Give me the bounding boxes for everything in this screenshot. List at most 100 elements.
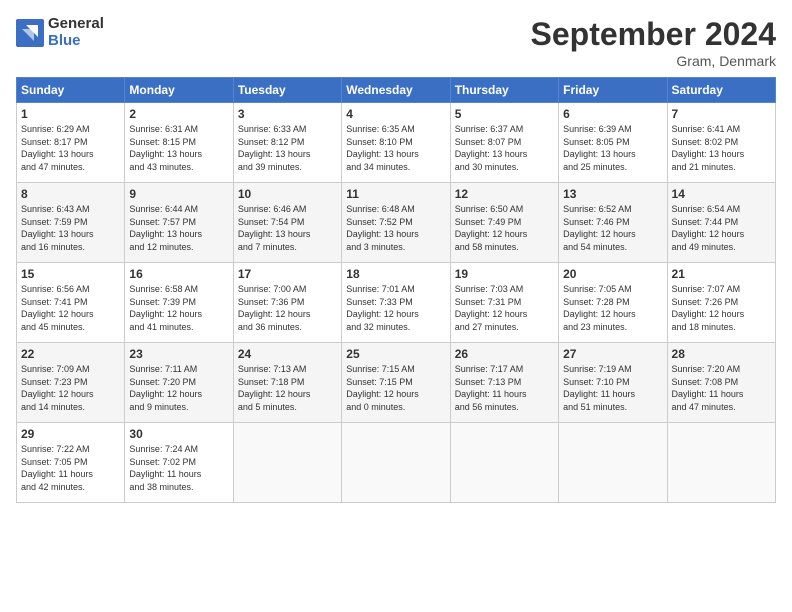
day-number: 11 bbox=[346, 187, 445, 201]
day-info: Sunrise: 6:56 AM Sunset: 7:41 PM Dayligh… bbox=[21, 283, 120, 333]
day-cell: 2 Sunrise: 6:31 AM Sunset: 8:15 PM Daylig… bbox=[125, 103, 233, 183]
day-number: 16 bbox=[129, 267, 228, 281]
calendar-title: September 2024 bbox=[531, 16, 776, 53]
day-number: 12 bbox=[455, 187, 554, 201]
day-info: Sunrise: 6:35 AM Sunset: 8:10 PM Dayligh… bbox=[346, 123, 445, 173]
day-cell bbox=[667, 423, 775, 503]
day-info: Sunrise: 7:24 AM Sunset: 7:02 PM Dayligh… bbox=[129, 443, 228, 493]
calendar-subtitle: Gram, Denmark bbox=[531, 53, 776, 69]
calendar-body: 1Sunrise: 6:29 AM Sunset: 8:17 PM Daylig… bbox=[17, 103, 776, 503]
day-cell: 26Sunrise: 7:17 AM Sunset: 7:13 PM Dayli… bbox=[450, 343, 558, 423]
calendar-header: SundayMondayTuesdayWednesdayThursdayFrid… bbox=[17, 78, 776, 103]
day-cell: 15 Sunrise: 6:56 AM Sunset: 7:41 PM Dayli… bbox=[17, 263, 125, 343]
logo-general: General bbox=[48, 16, 104, 33]
week-row-2: 15 Sunrise: 6:56 AM Sunset: 7:41 PM Dayli… bbox=[17, 263, 776, 343]
day-number: 4 bbox=[346, 107, 445, 121]
day-cell: 6 Sunrise: 6:39 AM Sunset: 8:05 PM Daylig… bbox=[559, 103, 667, 183]
day-number: 23 bbox=[129, 347, 228, 361]
day-number: 20 bbox=[563, 267, 662, 281]
week-row-0: 1Sunrise: 6:29 AM Sunset: 8:17 PM Daylig… bbox=[17, 103, 776, 183]
day-info: Sunrise: 7:19 AM Sunset: 7:10 PM Dayligh… bbox=[563, 363, 662, 413]
day-info: Sunrise: 6:58 AM Sunset: 7:39 PM Dayligh… bbox=[129, 283, 228, 333]
day-cell: 13 Sunrise: 6:52 AM Sunset: 7:46 PM Dayli… bbox=[559, 183, 667, 263]
day-number: 2 bbox=[129, 107, 228, 121]
week-row-3: 22Sunrise: 7:09 AM Sunset: 7:23 PM Dayli… bbox=[17, 343, 776, 423]
day-cell: 7 Sunrise: 6:41 AM Sunset: 8:02 PM Daylig… bbox=[667, 103, 775, 183]
day-number: 7 bbox=[672, 107, 771, 121]
header-cell-saturday: Saturday bbox=[667, 78, 775, 103]
header-cell-monday: Monday bbox=[125, 78, 233, 103]
day-number: 27 bbox=[563, 347, 662, 361]
day-info: Sunrise: 7:03 AM Sunset: 7:31 PM Dayligh… bbox=[455, 283, 554, 333]
day-info: Sunrise: 6:37 AM Sunset: 8:07 PM Dayligh… bbox=[455, 123, 554, 173]
day-cell: 19Sunrise: 7:03 AM Sunset: 7:31 PM Dayli… bbox=[450, 263, 558, 343]
day-cell bbox=[233, 423, 341, 503]
day-cell: 4 Sunrise: 6:35 AM Sunset: 8:10 PM Daylig… bbox=[342, 103, 450, 183]
day-number: 5 bbox=[455, 107, 554, 121]
day-info: Sunrise: 7:13 AM Sunset: 7:18 PM Dayligh… bbox=[238, 363, 337, 413]
header: General Blue September 2024 Gram, Denmar… bbox=[16, 16, 776, 69]
day-info: Sunrise: 6:31 AM Sunset: 8:15 PM Dayligh… bbox=[129, 123, 228, 173]
day-number: 3 bbox=[238, 107, 337, 121]
day-info: Sunrise: 7:11 AM Sunset: 7:20 PM Dayligh… bbox=[129, 363, 228, 413]
day-number: 13 bbox=[563, 187, 662, 201]
day-cell: 3 Sunrise: 6:33 AM Sunset: 8:12 PM Daylig… bbox=[233, 103, 341, 183]
day-cell bbox=[450, 423, 558, 503]
day-cell: 9 Sunrise: 6:44 AM Sunset: 7:57 PM Daylig… bbox=[125, 183, 233, 263]
day-number: 24 bbox=[238, 347, 337, 361]
day-cell: 14 Sunrise: 6:54 AM Sunset: 7:44 PM Dayli… bbox=[667, 183, 775, 263]
week-row-1: 8 Sunrise: 6:43 AM Sunset: 7:59 PM Daylig… bbox=[17, 183, 776, 263]
day-info: Sunrise: 7:20 AM Sunset: 7:08 PM Dayligh… bbox=[672, 363, 771, 413]
day-cell: 16 Sunrise: 6:58 AM Sunset: 7:39 PM Dayli… bbox=[125, 263, 233, 343]
day-number: 25 bbox=[346, 347, 445, 361]
logo-text: General Blue bbox=[48, 16, 104, 49]
day-number: 6 bbox=[563, 107, 662, 121]
logo-icon bbox=[16, 19, 44, 47]
day-info: Sunrise: 7:07 AM Sunset: 7:26 PM Dayligh… bbox=[672, 283, 771, 333]
day-info: Sunrise: 6:43 AM Sunset: 7:59 PM Dayligh… bbox=[21, 203, 120, 253]
day-info: Sunrise: 6:44 AM Sunset: 7:57 PM Dayligh… bbox=[129, 203, 228, 253]
day-number: 21 bbox=[672, 267, 771, 281]
day-cell bbox=[342, 423, 450, 503]
day-info: Sunrise: 6:52 AM Sunset: 7:46 PM Dayligh… bbox=[563, 203, 662, 253]
day-info: Sunrise: 7:01 AM Sunset: 7:33 PM Dayligh… bbox=[346, 283, 445, 333]
day-cell: 8 Sunrise: 6:43 AM Sunset: 7:59 PM Daylig… bbox=[17, 183, 125, 263]
day-info: Sunrise: 6:48 AM Sunset: 7:52 PM Dayligh… bbox=[346, 203, 445, 253]
day-number: 14 bbox=[672, 187, 771, 201]
day-cell: 27 Sunrise: 7:19 AM Sunset: 7:10 PM Dayli… bbox=[559, 343, 667, 423]
header-cell-thursday: Thursday bbox=[450, 78, 558, 103]
day-cell: 30Sunrise: 7:24 AM Sunset: 7:02 PM Dayli… bbox=[125, 423, 233, 503]
logo: General Blue bbox=[16, 16, 104, 49]
day-info: Sunrise: 7:05 AM Sunset: 7:28 PM Dayligh… bbox=[563, 283, 662, 333]
day-cell: 1Sunrise: 6:29 AM Sunset: 8:17 PM Daylig… bbox=[17, 103, 125, 183]
week-row-4: 29Sunrise: 7:22 AM Sunset: 7:05 PM Dayli… bbox=[17, 423, 776, 503]
calendar-table: SundayMondayTuesdayWednesdayThursdayFrid… bbox=[16, 77, 776, 503]
day-number: 10 bbox=[238, 187, 337, 201]
day-info: Sunrise: 6:33 AM Sunset: 8:12 PM Dayligh… bbox=[238, 123, 337, 173]
day-cell: 24 Sunrise: 7:13 AM Sunset: 7:18 PM Dayli… bbox=[233, 343, 341, 423]
day-cell: 18Sunrise: 7:01 AM Sunset: 7:33 PM Dayli… bbox=[342, 263, 450, 343]
header-cell-wednesday: Wednesday bbox=[342, 78, 450, 103]
day-cell: 5 Sunrise: 6:37 AM Sunset: 8:07 PM Daylig… bbox=[450, 103, 558, 183]
day-info: Sunrise: 7:00 AM Sunset: 7:36 PM Dayligh… bbox=[238, 283, 337, 333]
day-cell: 12 Sunrise: 6:50 AM Sunset: 7:49 PM Dayli… bbox=[450, 183, 558, 263]
day-info: Sunrise: 6:50 AM Sunset: 7:49 PM Dayligh… bbox=[455, 203, 554, 253]
day-info: Sunrise: 7:17 AM Sunset: 7:13 PM Dayligh… bbox=[455, 363, 554, 413]
day-number: 15 bbox=[21, 267, 120, 281]
day-cell: 22Sunrise: 7:09 AM Sunset: 7:23 PM Dayli… bbox=[17, 343, 125, 423]
day-number: 28 bbox=[672, 347, 771, 361]
day-cell: 23 Sunrise: 7:11 AM Sunset: 7:20 PM Dayli… bbox=[125, 343, 233, 423]
header-cell-tuesday: Tuesday bbox=[233, 78, 341, 103]
day-cell: 11 Sunrise: 6:48 AM Sunset: 7:52 PM Dayli… bbox=[342, 183, 450, 263]
day-info: Sunrise: 6:39 AM Sunset: 8:05 PM Dayligh… bbox=[563, 123, 662, 173]
day-number: 17 bbox=[238, 267, 337, 281]
day-cell: 28 Sunrise: 7:20 AM Sunset: 7:08 PM Dayli… bbox=[667, 343, 775, 423]
day-cell bbox=[559, 423, 667, 503]
day-cell: 17 Sunrise: 7:00 AM Sunset: 7:36 PM Dayli… bbox=[233, 263, 341, 343]
day-info: Sunrise: 6:41 AM Sunset: 8:02 PM Dayligh… bbox=[672, 123, 771, 173]
day-number: 8 bbox=[21, 187, 120, 201]
day-number: 9 bbox=[129, 187, 228, 201]
title-area: September 2024 Gram, Denmark bbox=[531, 16, 776, 69]
day-info: Sunrise: 6:54 AM Sunset: 7:44 PM Dayligh… bbox=[672, 203, 771, 253]
day-info: Sunrise: 6:29 AM Sunset: 8:17 PM Dayligh… bbox=[21, 123, 120, 173]
